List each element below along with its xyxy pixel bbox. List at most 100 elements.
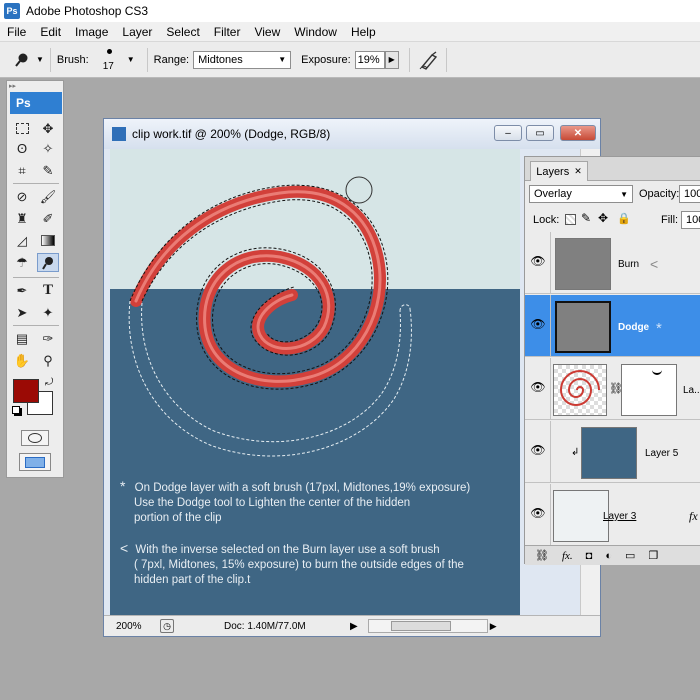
status-menu-icon[interactable]: ◷ xyxy=(160,619,174,633)
slice-tool-icon[interactable]: ✎ xyxy=(37,161,59,180)
opacity-input[interactable]: 100 xyxy=(679,185,700,203)
menu-select[interactable]: Select xyxy=(159,25,206,39)
lock-position-icon[interactable]: ✥ xyxy=(598,211,608,225)
note-marker-asterisk: * xyxy=(120,478,126,494)
app-title-bar: Ps Adobe Photoshop CS3 xyxy=(0,0,700,22)
divider xyxy=(49,47,51,72)
exposure-input[interactable]: 19% xyxy=(354,50,385,69)
tool-preset-picker[interactable]: ▼ xyxy=(14,52,44,68)
layers-tab[interactable]: Layers ✕ xyxy=(530,161,588,181)
layer-thumbnail xyxy=(555,238,611,290)
new-group-icon[interactable]: ▭ xyxy=(625,549,635,562)
airbrush-icon[interactable] xyxy=(418,49,440,71)
menu-layer[interactable]: Layer xyxy=(115,25,159,39)
menu-window[interactable]: Window xyxy=(287,25,344,39)
divider xyxy=(550,358,551,420)
layer-thumbnail xyxy=(553,490,609,542)
shape-tool-icon[interactable]: ✦ xyxy=(37,303,59,322)
range-select[interactable]: Midtones ▼ xyxy=(193,50,292,69)
layer-row-layer-3[interactable]: 👁 Layer 3 fx xyxy=(525,484,700,546)
new-layer-icon[interactable]: ❐ xyxy=(648,549,658,562)
menu-image[interactable]: Image xyxy=(68,25,115,39)
layer-row-clip[interactable]: 👁 ⛓ La... xyxy=(525,358,700,420)
blend-mode-value: Overlay xyxy=(534,188,572,200)
clone-stamp-icon[interactable]: ♜ xyxy=(11,209,33,228)
lock-all-icon[interactable]: 🔒 xyxy=(617,212,631,225)
exposure-slider-button[interactable]: ▶ xyxy=(384,50,399,69)
close-button[interactable]: ✕ xyxy=(560,125,596,141)
blur-tool-icon[interactable]: ☂ xyxy=(11,253,33,272)
lock-transparency-icon[interactable] xyxy=(565,214,576,225)
notes-tool-icon[interactable]: ▤ xyxy=(11,329,33,348)
fx-icon[interactable]: fx. xyxy=(562,550,573,562)
adjustment-layer-icon[interactable]: ◐ xyxy=(605,550,612,562)
maximize-button[interactable]: ▭ xyxy=(526,125,554,141)
layer-row-burn[interactable]: 👁 Burn < xyxy=(525,232,700,294)
brush-picker[interactable]: 17 xyxy=(95,45,125,75)
fill-input[interactable]: 100 xyxy=(681,211,700,229)
menu-edit[interactable]: Edit xyxy=(33,25,68,39)
magic-wand-icon[interactable]: ✧ xyxy=(37,139,59,158)
path-selection-icon[interactable]: ➤ xyxy=(11,303,33,322)
divider xyxy=(13,277,59,278)
toolbox-header[interactable]: Ps xyxy=(10,92,62,114)
lasso-tool-icon[interactable]: ʘ xyxy=(11,139,33,158)
blend-mode-select[interactable]: Overlay ▼ xyxy=(529,185,633,203)
eye-icon[interactable]: 👁 xyxy=(529,254,547,268)
move-tool-icon[interactable]: ✥ xyxy=(37,119,59,138)
document-title-bar[interactable]: clip work.tif @ 200% (Dodge, RGB/8) – ▭ … xyxy=(104,119,600,149)
hand-tool-icon[interactable]: ✋ xyxy=(11,351,33,370)
eye-icon[interactable]: 👁 xyxy=(529,506,547,520)
screen-mode-button[interactable] xyxy=(19,453,51,471)
swap-colors-icon[interactable]: ⤾ xyxy=(45,377,53,388)
lock-pixels-icon[interactable]: ✎ xyxy=(581,211,591,225)
image-canvas[interactable]: * On Dodge layer with a soft brush (17px… xyxy=(110,149,520,627)
eye-icon[interactable]: 👁 xyxy=(529,380,547,394)
chevron-down-icon[interactable]: ▼ xyxy=(127,55,135,64)
menu-filter[interactable]: Filter xyxy=(207,25,248,39)
app-title: Adobe Photoshop CS3 xyxy=(26,4,149,18)
quick-mask-button[interactable] xyxy=(21,430,49,446)
eyedropper-tool-icon[interactable]: ✑ xyxy=(37,329,59,348)
note2-line1: With the inverse selected on the Burn la… xyxy=(135,544,440,556)
screen-mode-icon xyxy=(25,456,45,468)
dodge-tool-icon xyxy=(15,53,28,67)
add-mask-icon[interactable]: ◘ xyxy=(586,550,593,562)
note1-line3: portion of the clip xyxy=(134,512,222,524)
opacity-label: Opacity: xyxy=(639,188,680,200)
scroll-right-arrow[interactable]: ▶ xyxy=(490,621,497,632)
horizontal-scrollbar[interactable] xyxy=(367,619,488,633)
menu-help[interactable]: Help xyxy=(344,25,383,39)
layer-row-dodge[interactable]: 👁 Dodge * xyxy=(525,295,700,357)
status-arrow-icon[interactable]: ▶ xyxy=(350,621,358,632)
toolbox-grip[interactable]: ▸▸ xyxy=(9,82,63,90)
marquee-tool-icon[interactable] xyxy=(11,119,33,138)
brush-tool-icon[interactable]: 🖌 xyxy=(37,187,59,206)
type-tool-icon[interactable]: T xyxy=(37,281,59,300)
exposure-value: 19% xyxy=(357,53,380,66)
dodge-tool-icon[interactable] xyxy=(37,253,59,272)
close-icon[interactable]: ✕ xyxy=(574,166,582,177)
default-colors-icon[interactable] xyxy=(12,406,20,414)
fx-icon[interactable]: fx xyxy=(689,509,698,524)
eye-icon[interactable]: 👁 xyxy=(529,443,547,457)
zoom-level[interactable]: 200% xyxy=(116,621,154,632)
eye-icon[interactable]: 👁 xyxy=(529,317,547,331)
history-brush-icon[interactable]: ✐ xyxy=(37,209,59,228)
brush-label: Brush: xyxy=(56,53,89,66)
gradient-tool-icon[interactable] xyxy=(37,231,59,250)
pen-tool-icon[interactable]: ✒ xyxy=(11,281,33,300)
layer-row-layer-5[interactable]: 👁 ↲ Layer 5 xyxy=(525,421,700,483)
menu-bar: File Edit Image Layer Select Filter View… xyxy=(0,22,700,42)
scroll-thumb[interactable] xyxy=(390,621,451,631)
chevron-down-icon: ▼ xyxy=(36,55,44,64)
zoom-tool-icon[interactable]: ⚲ xyxy=(37,351,59,370)
eraser-tool-icon[interactable]: ◿ xyxy=(11,231,33,250)
crop-tool-icon[interactable]: ⌗ xyxy=(11,161,33,180)
healing-brush-icon[interactable]: ⊘ xyxy=(11,187,33,206)
foreground-color-swatch[interactable] xyxy=(13,379,39,403)
menu-file[interactable]: File xyxy=(0,25,33,39)
menu-view[interactable]: View xyxy=(247,25,287,39)
link-layers-icon[interactable]: ⛓ xyxy=(535,549,549,562)
minimize-button[interactable]: – xyxy=(494,125,522,141)
